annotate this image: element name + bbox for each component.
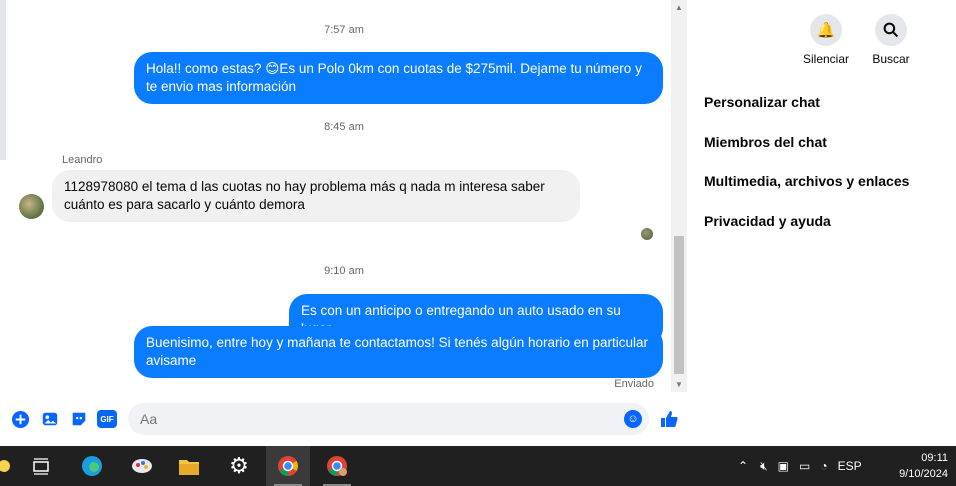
wifi-icon[interactable]: ◔ bbox=[820, 459, 827, 473]
chrome-icon[interactable] bbox=[266, 446, 310, 486]
like-icon[interactable] bbox=[659, 409, 679, 429]
outgoing-message[interactable]: Hola!! como estas? 😊Es un Polo 0km con c… bbox=[134, 52, 663, 104]
chrome-profile-icon[interactable] bbox=[315, 446, 359, 486]
timestamp: 7:57 am bbox=[324, 24, 364, 36]
paint-app-icon[interactable] bbox=[120, 446, 164, 486]
taskbar: ⚙ ⌃ 🔇︎ ▣ ▭ ◔ ESP 09:11 9/10/2024 bbox=[0, 446, 956, 486]
gif-icon[interactable]: GIF bbox=[97, 409, 117, 429]
clock-time: 09:11 bbox=[921, 452, 948, 464]
search-icon bbox=[875, 14, 907, 46]
task-view-icon[interactable] bbox=[19, 446, 63, 486]
timestamp: 9:10 am bbox=[324, 265, 364, 277]
seen-avatar-icon bbox=[641, 228, 653, 240]
sender-name: Leandro bbox=[62, 154, 103, 166]
chat-area: 7:57 am Hola!! como estas? 😊Es un Polo 0… bbox=[0, 0, 688, 446]
device-icon[interactable]: ▣ bbox=[778, 459, 789, 473]
chat-info-panel: 🔔 Silenciar Buscar Personalizar chat Mie… bbox=[688, 0, 956, 446]
battery-icon[interactable]: ▭ bbox=[799, 459, 810, 473]
system-tray: ⌃ 🔇︎ ▣ ▭ ◔ ESP bbox=[738, 446, 862, 486]
plus-icon[interactable] bbox=[10, 409, 30, 429]
sticker-icon[interactable] bbox=[69, 409, 89, 429]
outgoing-message[interactable]: Buenisimo, entre hoy y mañana te contact… bbox=[134, 326, 663, 378]
menu-item-personalize[interactable]: Personalizar chat bbox=[704, 94, 820, 110]
menu-item-privacy[interactable]: Privacidad y ayuda bbox=[704, 213, 831, 229]
mute-label: Silenciar bbox=[802, 52, 850, 66]
avatar[interactable] bbox=[19, 194, 44, 219]
search-label: Buscar bbox=[872, 52, 910, 66]
emoji-icon[interactable]: ☺ bbox=[624, 410, 642, 428]
image-icon[interactable] bbox=[40, 409, 60, 429]
composer: GIF ☺ bbox=[0, 400, 688, 440]
chevron-up-icon[interactable]: ⌃ bbox=[738, 459, 748, 473]
edge-browser-icon[interactable] bbox=[70, 446, 114, 486]
message-status: Enviado bbox=[614, 378, 654, 390]
message-input[interactable] bbox=[128, 403, 649, 435]
scroll-up-icon[interactable]: ▲ bbox=[675, 3, 683, 12]
clock[interactable]: 09:11 9/10/2024 bbox=[899, 450, 948, 482]
bell-icon: 🔔 bbox=[810, 14, 842, 46]
timestamp: 8:45 am bbox=[324, 121, 364, 133]
settings-gear-icon[interactable]: ⚙ bbox=[217, 446, 261, 486]
menu-item-media[interactable]: Multimedia, archivos y enlaces bbox=[704, 173, 909, 189]
incoming-message[interactable]: 1128978080 el tema d las cuotas no hay p… bbox=[52, 170, 580, 222]
file-explorer-icon[interactable] bbox=[167, 446, 211, 486]
speaker-muted-icon[interactable]: 🔇︎ bbox=[760, 459, 768, 474]
scrollbar[interactable]: ▲ ▼ bbox=[671, 0, 687, 392]
language-indicator[interactable]: ESP bbox=[838, 459, 862, 473]
scrollbar-thumb[interactable] bbox=[674, 236, 684, 374]
mute-button[interactable]: 🔔 Silenciar bbox=[796, 14, 856, 66]
clock-date: 9/10/2024 bbox=[899, 468, 948, 480]
search-button[interactable]: Buscar bbox=[861, 14, 921, 66]
scroll-down-icon[interactable]: ▼ bbox=[675, 380, 683, 389]
menu-item-members[interactable]: Miembros del chat bbox=[704, 134, 827, 150]
